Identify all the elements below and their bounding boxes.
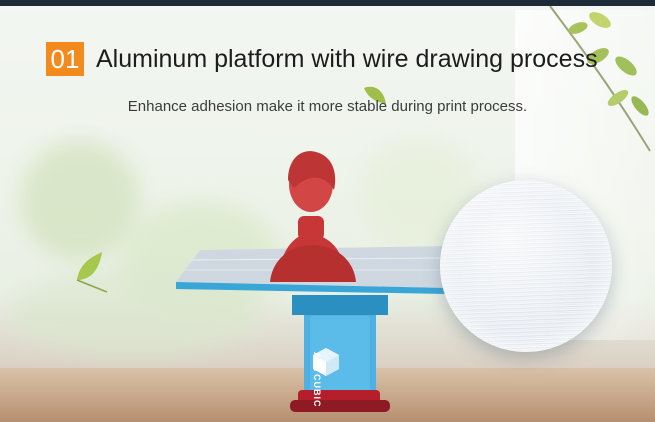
printer-brand-label: ANYCUBIC xyxy=(312,352,322,408)
platform-arm xyxy=(292,295,388,315)
banner: 01 Aluminum platform with wire drawing p… xyxy=(0,0,655,422)
section-number-badge: 01 xyxy=(46,42,84,76)
falling-leaf-icon xyxy=(76,252,108,293)
brushed-surface-zoom xyxy=(440,180,612,352)
subtitle: Enhance adhesion make it more stable dur… xyxy=(127,98,528,115)
headline: 01 Aluminum platform with wire drawing p… xyxy=(46,42,598,76)
printed-bust-model xyxy=(270,151,356,282)
leaf-branch-icon xyxy=(549,6,651,152)
page-title: Aluminum platform with wire drawing proc… xyxy=(96,44,598,73)
bokeh-light xyxy=(20,140,140,260)
